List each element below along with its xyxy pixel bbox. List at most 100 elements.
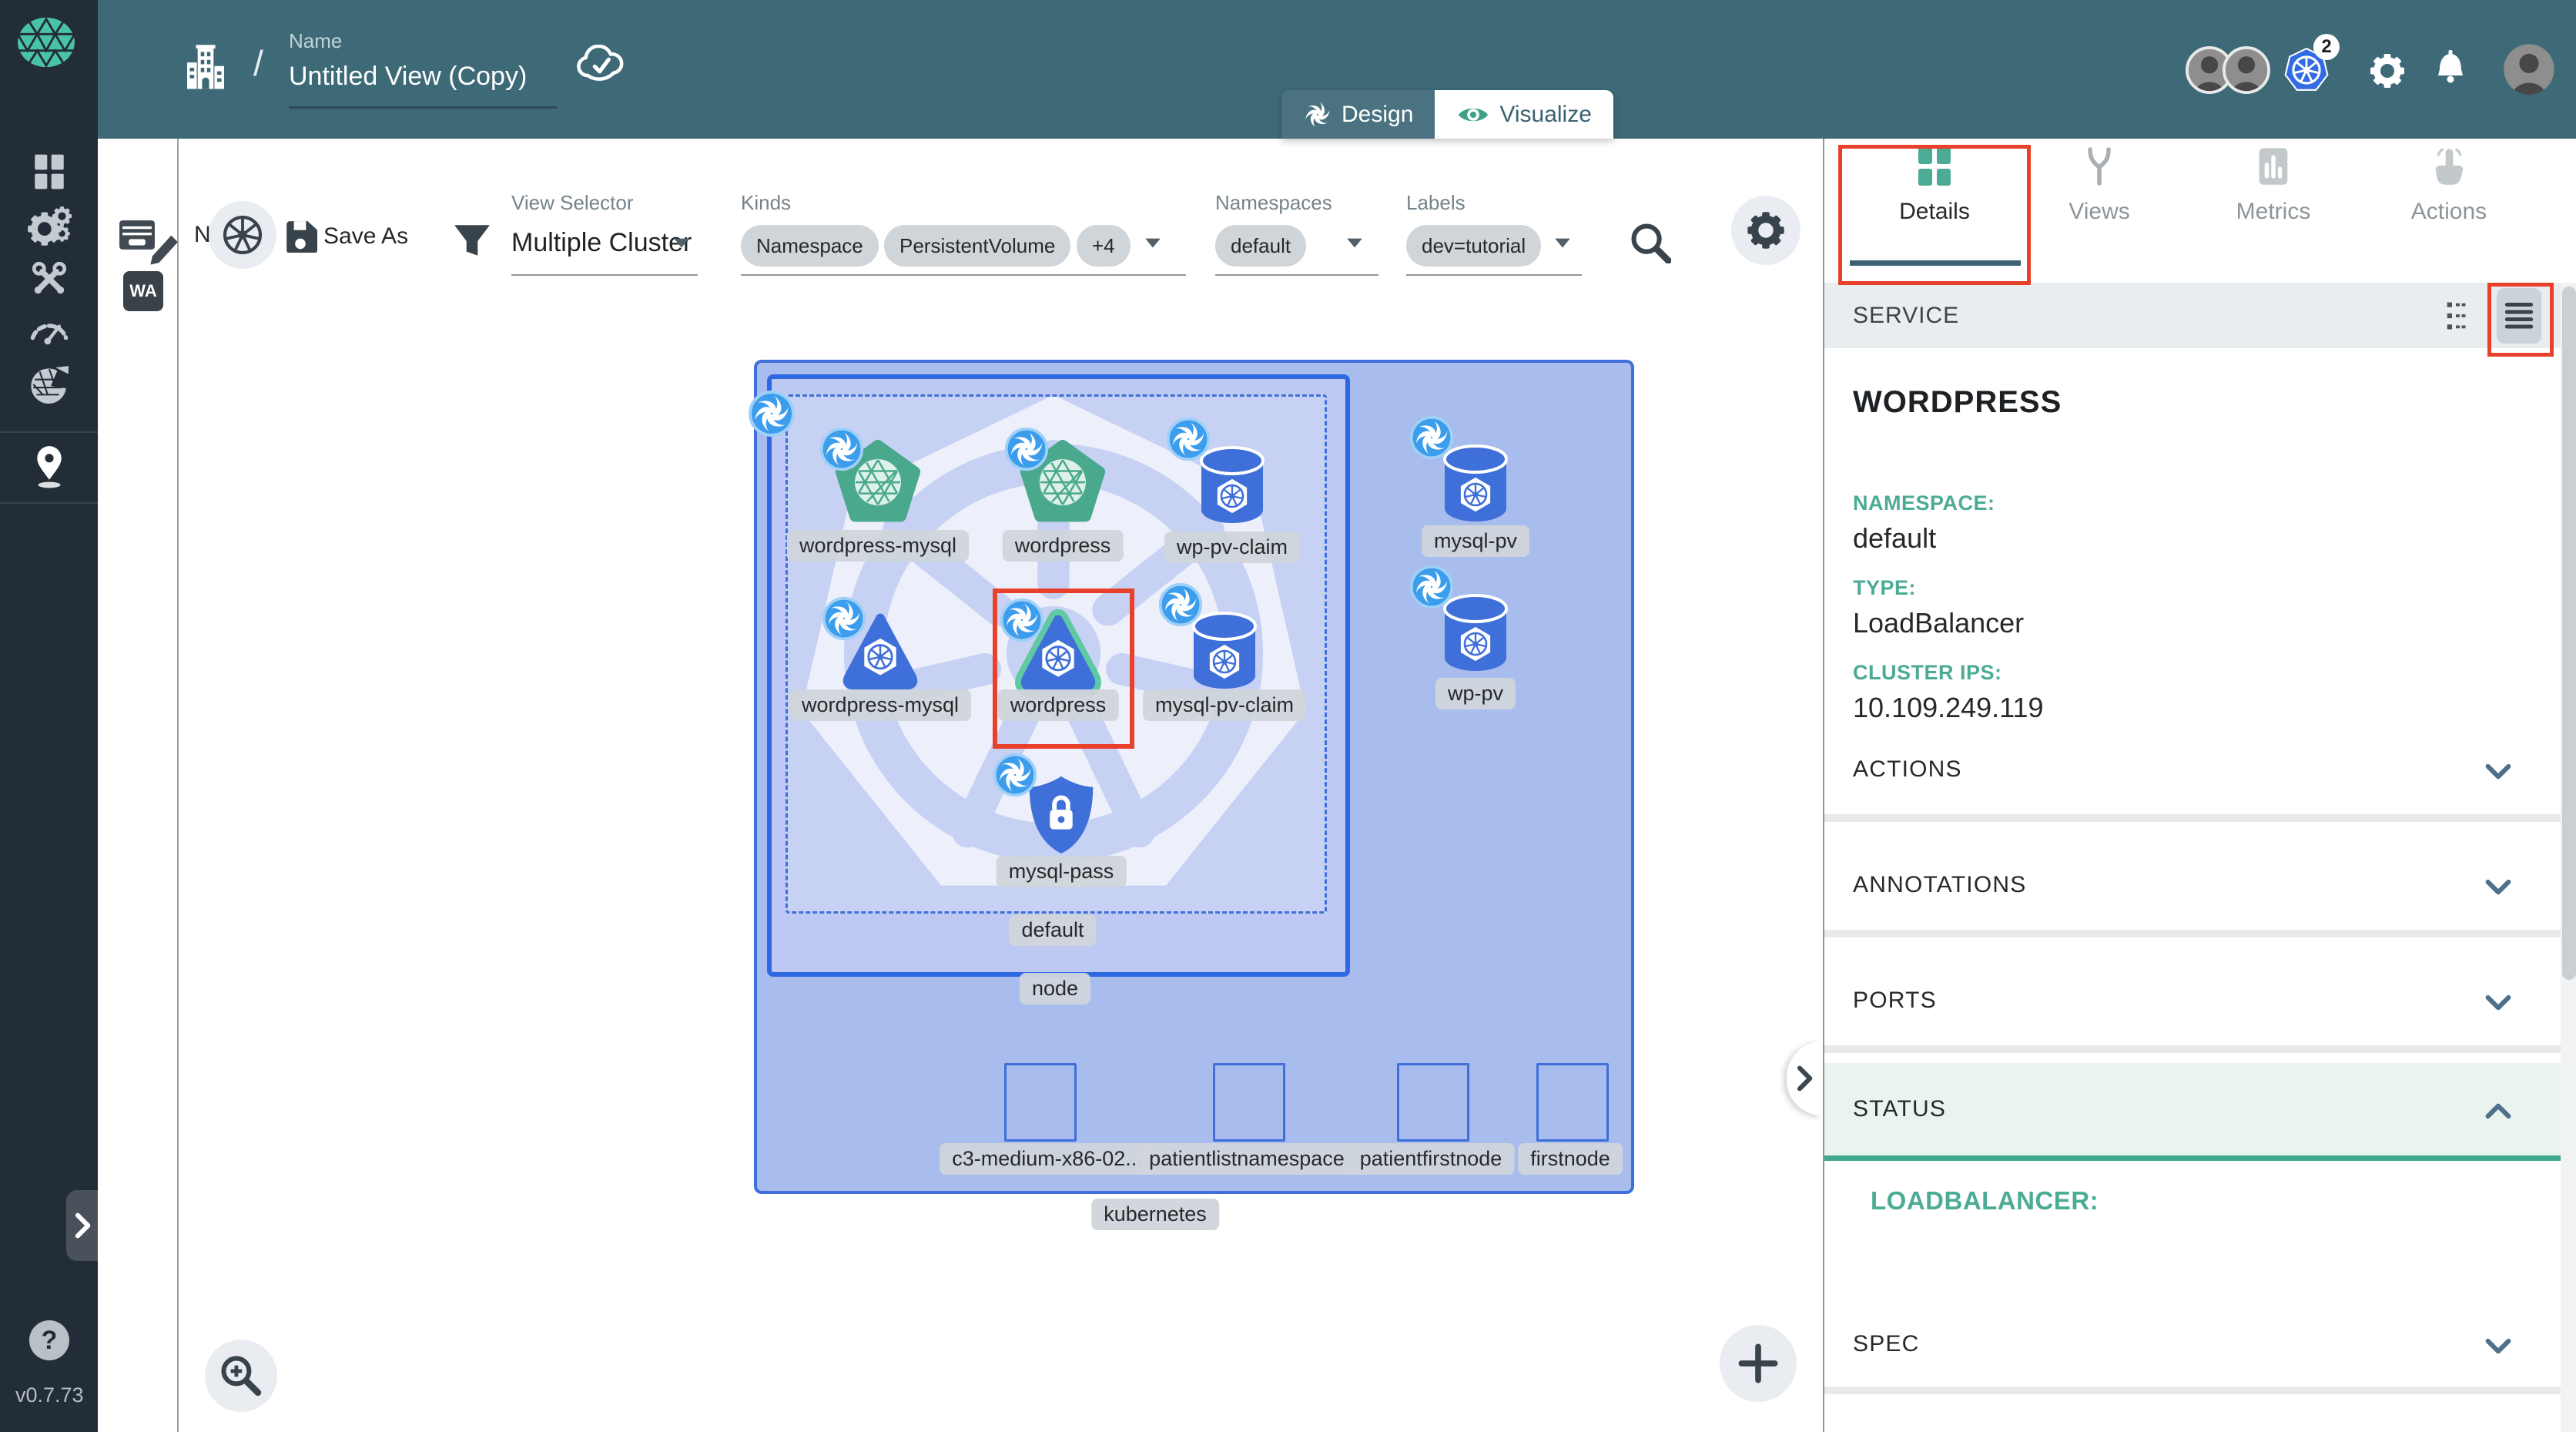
version-label: v0.7.73 (15, 1383, 84, 1407)
status-label[interactable]: STATUS (1853, 1096, 1946, 1122)
sidebar-item-kanvas[interactable] (0, 445, 98, 488)
canvas-settings-button[interactable] (1731, 196, 1801, 265)
settings-gear-icon[interactable] (2367, 51, 2407, 91)
cluster-node-square[interactable] (1213, 1063, 1285, 1142)
k8s-spiral-badge (1165, 416, 1211, 462)
sidebar-item-performance[interactable] (0, 311, 98, 351)
namespace-chip[interactable]: default (1215, 225, 1307, 267)
details-panel: Details Views Metrics Actions SERVICE WO… (1823, 139, 2576, 1432)
zoom-in-magnifier-icon (219, 1354, 263, 1397)
k8s-spiral-badge (992, 752, 1038, 798)
performance-gauge-icon (28, 311, 71, 351)
node-label: wp-pv (1435, 678, 1516, 709)
design-icon (1303, 101, 1332, 128)
labels-label: Labels (1406, 191, 1466, 214)
chevron-right-icon (1793, 1065, 1816, 1092)
section-ports[interactable]: PORTS (1853, 988, 1937, 1014)
cluster-node-square[interactable] (1397, 1063, 1469, 1142)
cluster-node-square[interactable] (1536, 1063, 1609, 1142)
save-as-button[interactable]: Save As (323, 223, 408, 250)
help-button[interactable]: ? (29, 1320, 69, 1360)
sidebar-item-configuration[interactable] (0, 257, 98, 300)
chevron-down-icon[interactable] (1553, 233, 1573, 253)
node-label: wordpress-mysql (786, 530, 970, 562)
annotation-box-list-toggle (2487, 283, 2554, 357)
zoom-button[interactable] (205, 1340, 277, 1412)
labels-underline (1406, 274, 1582, 276)
kubernetes-wheel-icon (223, 215, 263, 255)
app-root: / Name Design Visualize 2 (0, 0, 2576, 1432)
tab-actions[interactable]: Actions (2372, 145, 2526, 260)
chevron-down-icon[interactable] (2485, 991, 2511, 1014)
gear-icon (1744, 209, 1787, 252)
k8s-spiral-badge (819, 426, 865, 472)
location-pin-icon (36, 446, 62, 488)
search-icon[interactable] (1630, 222, 1671, 263)
wa-label: WA (129, 281, 157, 300)
notifications-bell-icon[interactable] (2430, 49, 2470, 89)
edit-pencil-icon[interactable] (149, 233, 183, 267)
tab-visualize[interactable]: Visualize (1435, 90, 1613, 139)
mesh-pattern-icon (29, 365, 69, 404)
user-avatar[interactable] (2502, 42, 2556, 96)
sidebar-item-lifecycle[interactable] (0, 202, 98, 250)
k8s-spiral-badge (747, 389, 796, 438)
tab-metrics[interactable]: Metrics (2196, 145, 2350, 260)
node-label: mysql-pv (1421, 525, 1530, 557)
sidebar-item-extensions[interactable] (0, 364, 98, 408)
kind-chip[interactable]: PersistentVolume (884, 225, 1071, 267)
plus-icon (1737, 1342, 1780, 1385)
actions-hand-icon (2434, 147, 2464, 186)
section-actions[interactable]: ACTIONS (1853, 756, 1962, 783)
tab-design[interactable]: Design (1281, 90, 1435, 139)
chevron-down-icon[interactable] (672, 233, 692, 253)
node-label: wp-pv-claim (1164, 532, 1301, 563)
collaborator-avatar[interactable] (2223, 46, 2270, 94)
meshery-spiral-icon[interactable] (124, 159, 167, 202)
kinds-label: Kinds (741, 191, 792, 214)
field-value: LoadBalancer (1853, 607, 2025, 639)
view-selector-value[interactable]: Multiple Cluster (511, 228, 692, 258)
field-label: NAMESPACE: (1853, 491, 1995, 515)
node-label: wordpress-mysql (789, 689, 972, 721)
sidebar-item-dashboard[interactable] (0, 153, 98, 191)
cloud-sync-icon[interactable] (577, 45, 625, 86)
meshery-logo[interactable] (14, 15, 79, 69)
organization-icon[interactable] (181, 43, 230, 92)
chevron-down-icon[interactable] (1345, 233, 1365, 253)
kind-chip-more[interactable]: +4 (1077, 225, 1131, 267)
top-header: / Name Design Visualize 2 (98, 0, 2576, 139)
chevron-down-icon[interactable] (2485, 875, 2511, 898)
node-label: mysql-pass (996, 856, 1127, 887)
views-icon (2079, 145, 2119, 188)
save-icon[interactable] (283, 219, 317, 253)
gears-icon (25, 202, 73, 250)
namespace-box-label: default (1009, 914, 1097, 946)
section-spec[interactable]: SPEC (1853, 1331, 1920, 1357)
panel-scrollbar-thumb[interactable] (2562, 287, 2576, 980)
chevron-down-icon[interactable] (1143, 233, 1163, 253)
mini-toolbar: WA (98, 139, 179, 1432)
chevron-down-icon[interactable] (2485, 760, 2511, 783)
tab-label: Metrics (2236, 199, 2311, 224)
view-selector-underline (511, 274, 698, 276)
kubernetes-toggle-button[interactable] (209, 201, 276, 269)
kind-chip[interactable]: Namespace (741, 225, 879, 267)
wasm-filter-icon[interactable]: WA (123, 271, 163, 311)
section-annotations[interactable]: ANNOTATIONS (1853, 872, 2026, 898)
compact-list-icon[interactable] (2444, 300, 2475, 331)
filter-funnel-icon[interactable] (453, 223, 491, 257)
chevron-down-icon[interactable] (2485, 1334, 2511, 1357)
view-name-input[interactable] (289, 62, 554, 92)
sidebar-expand-handle[interactable] (66, 1190, 98, 1261)
cluster-node-label: patientlistnamespace (1137, 1143, 1357, 1175)
tab-views[interactable]: Views (2022, 145, 2176, 260)
labels-chip[interactable]: dev=tutorial (1406, 225, 1542, 267)
left-sidebar: ? v0.7.73 (0, 0, 98, 1432)
cluster-node-square[interactable] (1004, 1063, 1077, 1142)
add-node-button[interactable] (1720, 1325, 1797, 1402)
chevron-up-icon[interactable] (2485, 1100, 2511, 1123)
panel-collapse-handle[interactable] (1787, 1041, 1822, 1115)
k8s-spiral-badge (1157, 582, 1204, 628)
context-count-badge[interactable]: 2 (2313, 34, 2340, 60)
